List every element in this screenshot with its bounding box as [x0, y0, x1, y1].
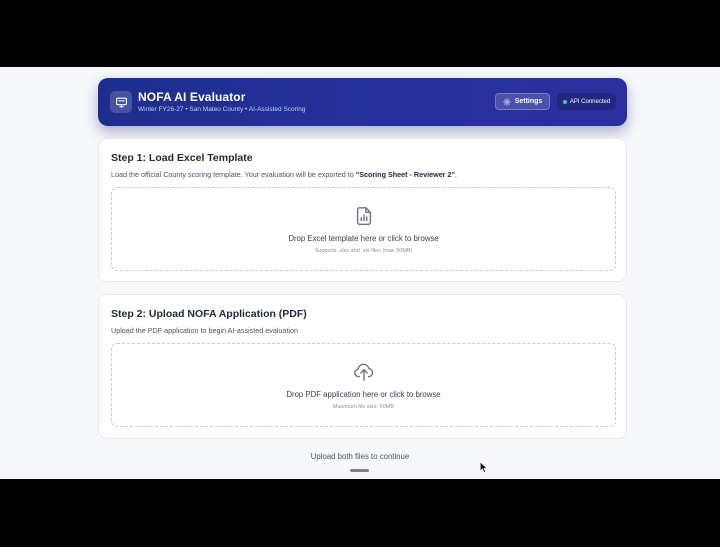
- step1-card: Step 1: Load Excel Template Load the off…: [98, 138, 627, 282]
- excel-dropzone[interactable]: Drop Excel template here or click to bro…: [111, 187, 616, 271]
- step2-description: Upload the PDF application to begin AI-a…: [111, 326, 298, 335]
- pdf-drop-label: Drop PDF application here or click to br…: [286, 390, 441, 399]
- settings-label: Settings: [514, 98, 543, 105]
- excel-drop-label: Drop Excel template here or click to bro…: [288, 234, 439, 243]
- api-status-label: API Connected: [569, 98, 611, 105]
- monitor-icon: [110, 91, 132, 113]
- api-status-badge: API Connected: [557, 93, 616, 110]
- step1-description: Load the official County scoring templat…: [111, 170, 457, 179]
- spreadsheet-file-icon: [356, 207, 371, 225]
- excel-drop-hint: Supports .xlsx and .xls files (max 50MB): [314, 248, 413, 254]
- mouse-cursor-icon: [480, 462, 488, 473]
- cloud-upload-icon: [353, 363, 373, 381]
- pdf-drop-hint: Maximum file size: 50MB: [332, 404, 395, 410]
- app-title: NOFA AI Evaluator: [138, 90, 246, 104]
- pdf-dropzone[interactable]: Drop PDF application here or click to br…: [111, 343, 616, 427]
- gear-icon: [502, 97, 511, 106]
- sheet-name: "Scoring Sheet - Reviewer 2": [355, 170, 455, 179]
- status-dot-icon: [562, 99, 567, 104]
- step1-title: Step 1: Load Excel Template: [111, 152, 253, 164]
- app-subtitle: Winter FY26-27 • San Mateo County • AI-A…: [138, 106, 306, 113]
- app-viewport: NOFA AI Evaluator Winter FY26-27 • San M…: [0, 67, 720, 479]
- settings-button[interactable]: Settings: [495, 93, 550, 110]
- continue-status: Upload both files to continue: [310, 452, 410, 461]
- step2-title: Step 2: Upload NOFA Application (PDF): [111, 308, 307, 320]
- app-header: NOFA AI Evaluator Winter FY26-27 • San M…: [98, 78, 627, 126]
- step2-card: Step 2: Upload NOFA Application (PDF) Up…: [98, 294, 627, 439]
- scroll-handle[interactable]: [350, 469, 369, 472]
